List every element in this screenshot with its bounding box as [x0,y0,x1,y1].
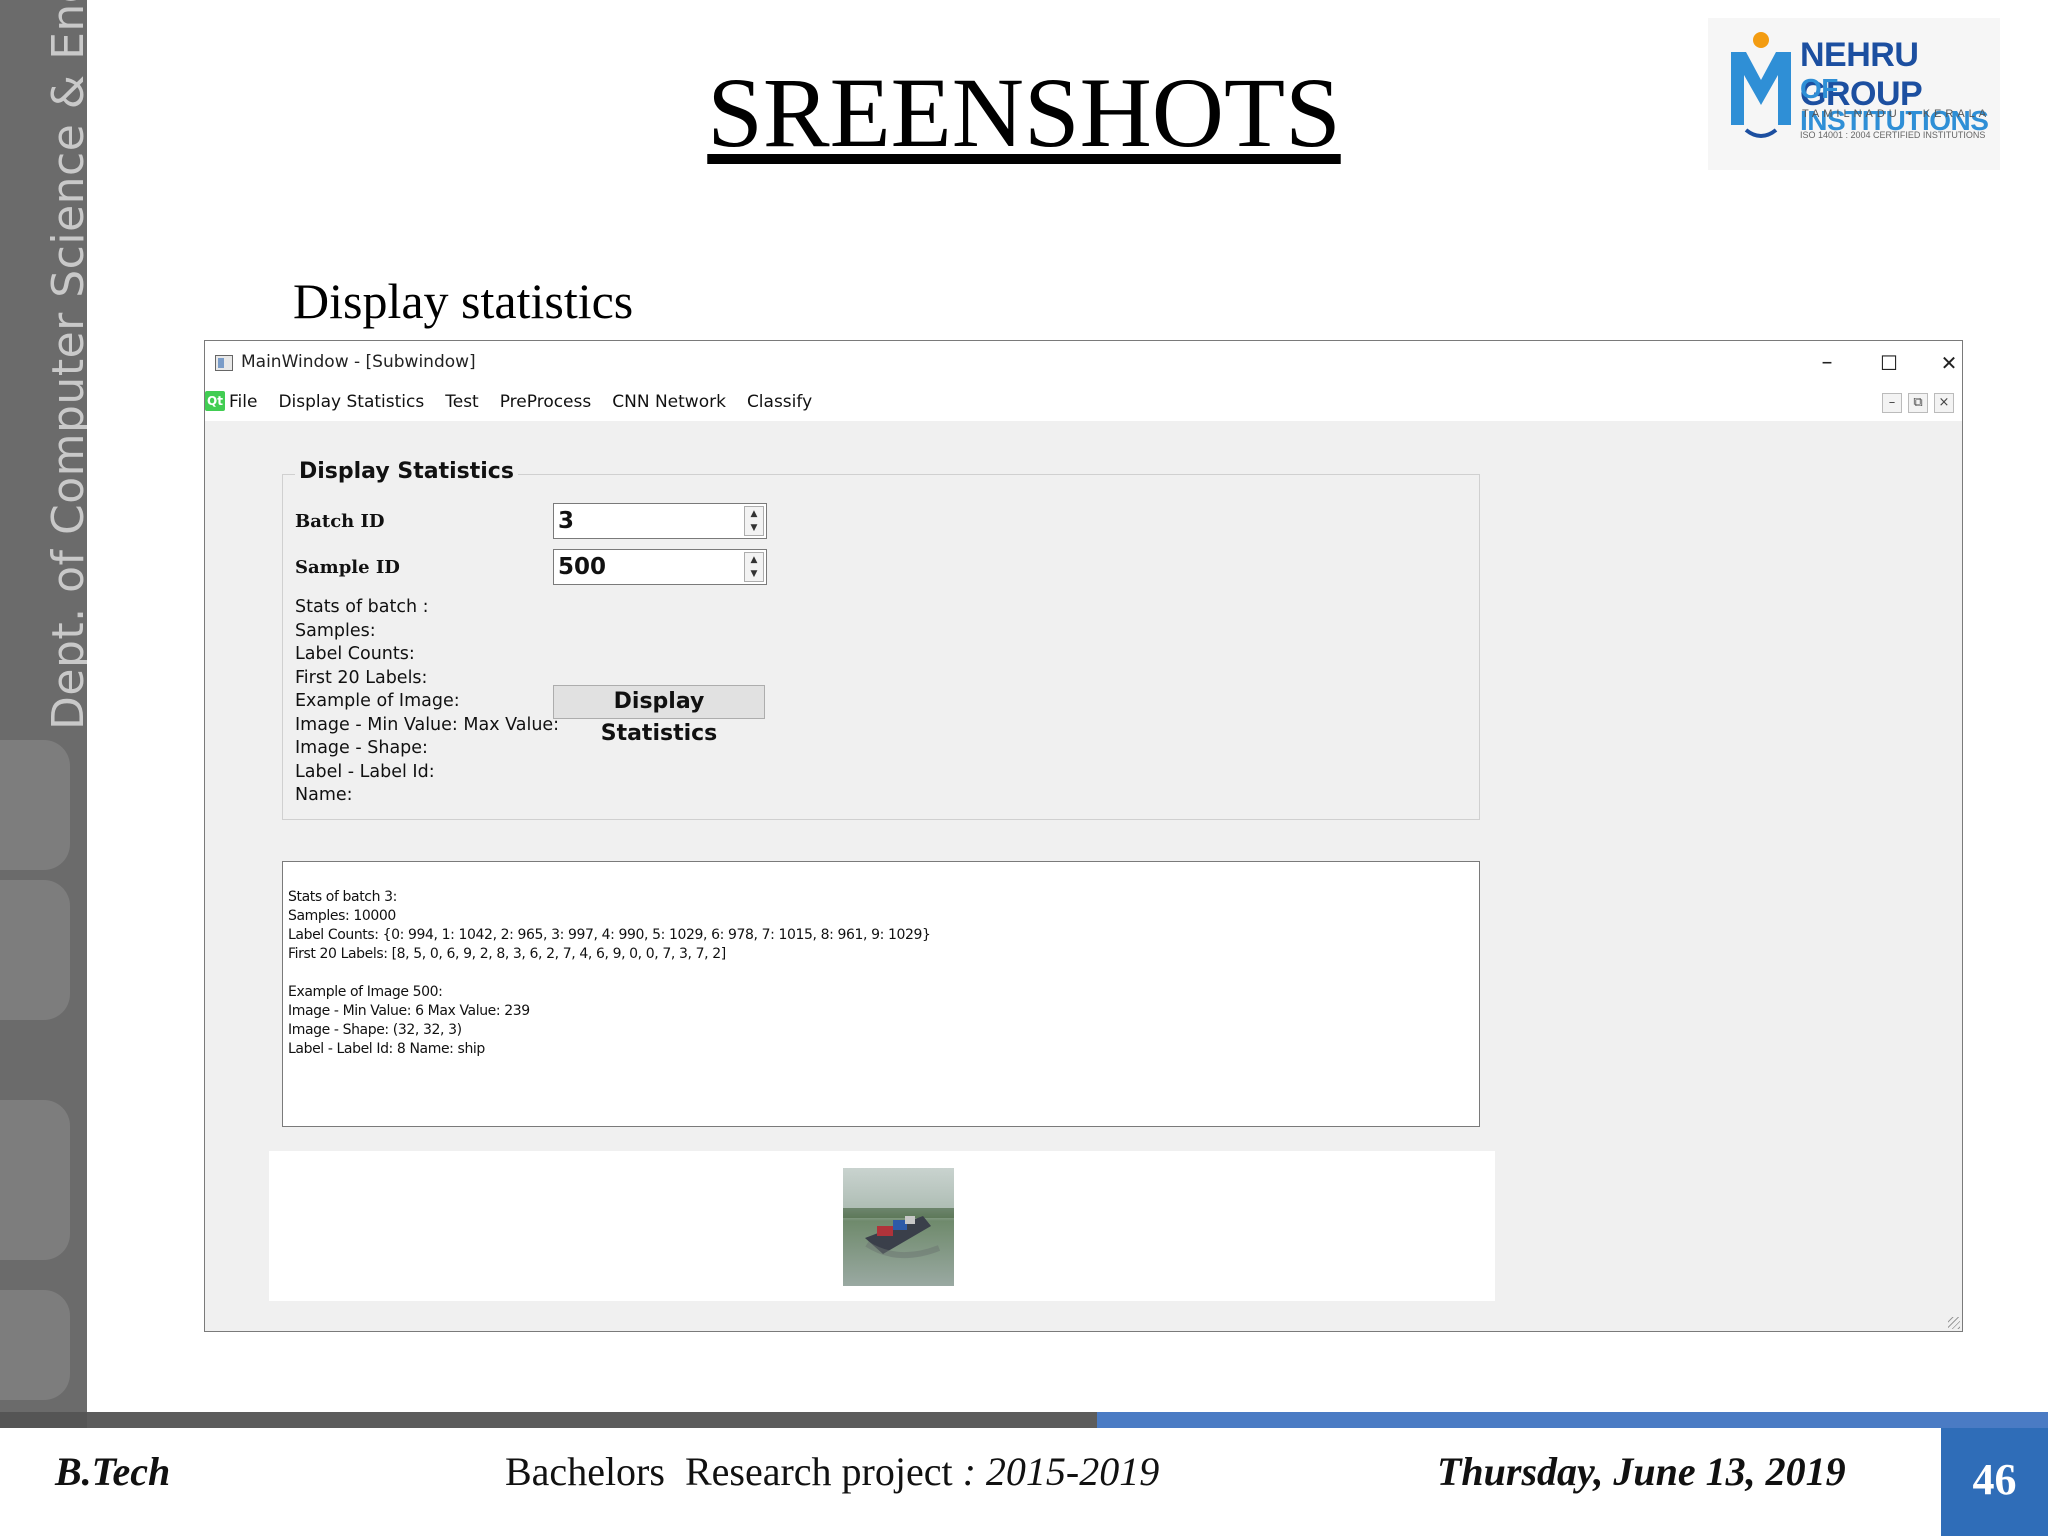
output-line: Image - Min Value: 6 Max Value: 239 [288,1003,530,1019]
resize-grip[interactable] [1948,1317,1960,1329]
institution-logo: NEHRU GROUP OF INSTITUTIONS TAMILNADU • … [1708,18,2000,170]
stat-label: Label Counts: [295,644,415,664]
maximize-button[interactable]: ☐ [1866,347,1912,379]
sidebar-shape [0,880,70,1020]
spin-down-icon[interactable]: ▼ [745,521,763,535]
sample-id-input[interactable] [554,550,742,584]
menu-display-statistics[interactable]: Display Statistics [278,392,424,412]
spin-down-icon[interactable]: ▼ [745,567,763,581]
output-line: Stats of batch 3: [288,889,397,905]
footer-strip-blue [1097,1412,2048,1428]
display-statistics-button[interactable]: Display Statistics [553,685,765,746]
output-line: Image - Shape: (32, 32, 3) [288,1022,462,1038]
window-title: MainWindow - [Subwindow] [241,352,476,372]
batch-id-stepper[interactable]: ▲ ▼ [744,506,764,536]
output-line: Label - Label Id: 8 Name: ship [288,1041,485,1057]
group-title: Display Statistics [295,459,518,484]
batch-id-label: Batch ID [295,511,385,532]
statistics-output-textarea[interactable]: Stats of batch 3: Samples: 10000 Label C… [282,861,1480,1127]
image-preview-area [269,1151,1495,1301]
stat-label: Image - Min Value: Max Value: [295,715,560,735]
sidebar-shape [0,1290,70,1400]
menu-bar: Qt File Display Statistics Test PreProce… [205,385,1962,421]
spin-up-icon[interactable]: ▲ [745,553,763,567]
stat-label: Label - Label Id: [295,762,435,782]
sample-image-thumbnail [843,1168,954,1286]
subwindow-close-button[interactable]: × [1934,393,1954,413]
close-button[interactable]: ✕ [1926,347,1972,379]
stat-label: First 20 Labels: [295,668,428,688]
output-line: Label Counts: {0: 994, 1: 1042, 2: 965, … [288,927,931,943]
subwindow-controls: – ⧉ × [1882,393,1954,413]
ship-image [843,1168,954,1286]
footer-project: Bachelors Research project : 2015-2019 [505,1448,1159,1495]
logo-text-line4: ISO 14001 : 2004 CERTIFIED INSTITUTIONS [1800,130,1986,140]
subwindow-minimize-button[interactable]: – [1882,393,1902,413]
qt-logo-icon: Qt [205,391,225,411]
sidebar-decoration: Dept. of Computer Science & Engg. [0,0,87,1412]
footer-project-years: : 2015-2019 [952,1449,1160,1494]
output-line: Example of Image 500: [288,984,443,1000]
output-line: First 20 Labels: [8, 5, 0, 6, 9, 2, 8, 3… [288,946,726,962]
app-window-icon [215,355,233,371]
sidebar-shape [0,740,70,870]
logo-text-line3: TAMILNADU • KERALA [1802,108,1991,120]
page-number: 46 [1941,1428,2048,1536]
stat-label: Name: [295,785,353,805]
batch-id-input[interactable] [554,504,742,538]
main-window: MainWindow - [Subwindow] – ☐ ✕ Qt File D… [204,340,1963,1332]
logo-text-line2: OF INSTITUTIONS [1800,73,1989,136]
sample-id-label: Sample ID [295,557,400,578]
menu-preprocess[interactable]: PreProcess [500,392,592,412]
footer-date: Thursday, June 13, 2019 [1437,1449,1846,1494]
window-titlebar[interactable]: MainWindow - [Subwindow] – ☐ ✕ [205,341,1962,385]
stat-label: Example of Image: [295,691,460,711]
batch-id-spinbox[interactable]: ▲ ▼ [553,503,767,539]
logo-emblem-icon [1731,32,1791,138]
menu-test[interactable]: Test [445,392,478,412]
minimize-button[interactable]: – [1804,347,1850,379]
slide-subtitle: Display statistics [293,273,634,329]
output-line: Samples: 10000 [288,908,396,924]
menu-classify[interactable]: Classify [747,392,812,412]
menu-cnn-network[interactable]: CNN Network [612,392,726,412]
spin-up-icon[interactable]: ▲ [745,507,763,521]
footer-project-title: Bachelors Research project [505,1449,953,1494]
sample-id-spinbox[interactable]: ▲ ▼ [553,549,767,585]
sidebar-shape [0,1100,70,1260]
display-statistics-group: Display Statistics Batch ID ▲ ▼ Sample I… [282,459,1480,820]
menu-file[interactable]: File [229,392,257,412]
footer-degree: B.Tech [55,1449,171,1494]
footer-strip-gray [87,1412,1097,1428]
stat-label: Image - Shape: [295,738,428,758]
footer-strip [0,1412,87,1428]
menu-items: File Display Statistics Test PreProcess … [229,392,812,412]
stat-label: Stats of batch : [295,597,429,617]
subwindow-restore-button[interactable]: ⧉ [1908,393,1928,413]
sample-id-stepper[interactable]: ▲ ▼ [744,552,764,582]
stat-label: Samples: [295,621,376,641]
